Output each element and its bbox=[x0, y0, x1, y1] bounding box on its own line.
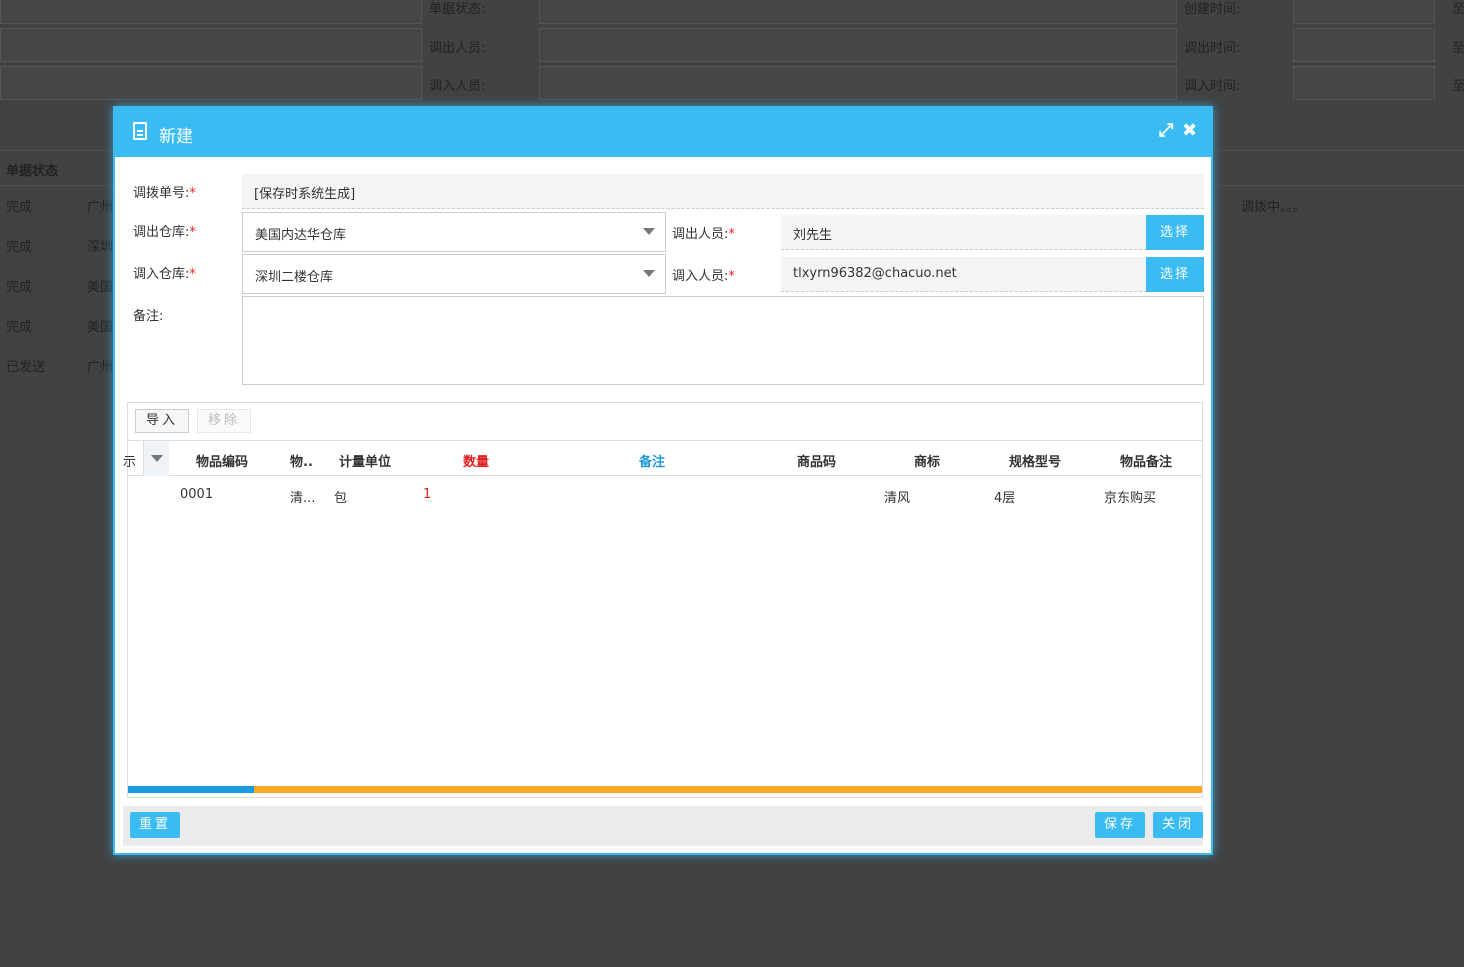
bg-filter-input bbox=[0, 28, 422, 62]
select-in-person-button[interactable]: 选择 bbox=[1146, 257, 1204, 292]
bg-filter-label: 调出人员: bbox=[429, 41, 486, 56]
horizontal-scrollbar[interactable] bbox=[128, 786, 1202, 793]
close-button[interactable]: 关闭 bbox=[1153, 812, 1203, 838]
cell-brand[interactable]: 清风 bbox=[884, 487, 910, 506]
in-person-label: 调入人员:* bbox=[672, 269, 735, 284]
dialog-header: 新建 ⤢ ✖ bbox=[115, 108, 1211, 157]
bg-date-label: 创建时间: bbox=[1184, 2, 1241, 17]
save-button[interactable]: 保存 bbox=[1095, 812, 1146, 838]
remark-textarea[interactable] bbox=[242, 296, 1204, 385]
bg-filter-input bbox=[0, 66, 422, 100]
close-icon[interactable]: ✖ bbox=[1182, 121, 1197, 141]
in-warehouse-value: 深圳二楼仓库 bbox=[255, 270, 334, 285]
reset-button[interactable]: 重置 bbox=[130, 812, 181, 838]
bg-filter-input bbox=[539, 28, 1177, 62]
out-warehouse-label: 调出仓库:* bbox=[133, 225, 196, 240]
bg-filter-label: 调入人员: bbox=[429, 79, 486, 94]
remark-label: 备注: bbox=[133, 309, 164, 324]
column-header-fragment: 示 bbox=[123, 455, 137, 470]
bg-row-warehouse: 美国 bbox=[87, 280, 114, 295]
dialog-footer: 重置 保存 关闭 bbox=[123, 806, 1203, 846]
cell-item-remark[interactable]: 京东购买 bbox=[1104, 487, 1156, 506]
dialog-title: 新建 bbox=[159, 127, 193, 147]
column-header-quantity[interactable]: 数量 bbox=[463, 451, 489, 470]
column-header-brand[interactable]: 商标 bbox=[914, 451, 940, 470]
bg-row-warehouse: 广州 bbox=[87, 200, 114, 215]
column-header-unit[interactable]: 计量单位 bbox=[339, 451, 391, 470]
remove-button[interactable]: 移除 bbox=[197, 409, 252, 433]
bg-list-header: 单据状态 bbox=[6, 164, 59, 179]
in-person-field: tlxyrn96382@chacuo.net bbox=[781, 257, 1147, 292]
out-warehouse-value: 美国内达华仓库 bbox=[255, 228, 347, 243]
scrollbar-thumb[interactable] bbox=[128, 786, 254, 793]
table-row[interactable]: 0001 清... 包 1 清风 4层 京东购买 bbox=[128, 477, 1202, 513]
select-out-person-button[interactable]: 选择 bbox=[1146, 215, 1204, 250]
new-transfer-dialog: 新建 ⤢ ✖ 调拨单号:* [保存时系统生成] 调出仓库:* 美国内达华仓库 调… bbox=[113, 106, 1213, 855]
out-person-label: 调出人员:* bbox=[672, 227, 735, 242]
column-header-item-name[interactable]: 物.. bbox=[290, 451, 313, 470]
bg-row-status: 完成 bbox=[6, 200, 33, 215]
bg-row-warehouse: 深圳 bbox=[87, 240, 114, 255]
bg-date-input bbox=[1293, 0, 1435, 24]
chevron-down-icon[interactable] bbox=[643, 228, 655, 235]
bg-filter-label: 单据状态: bbox=[429, 2, 486, 17]
bg-date-label: 调入时间: bbox=[1184, 79, 1241, 94]
bg-to-label: 至 bbox=[1452, 41, 1464, 56]
maximize-icon[interactable]: ⤢ bbox=[1159, 121, 1173, 141]
cell-spec[interactable]: 4层 bbox=[994, 487, 1015, 506]
import-button[interactable]: 导入 bbox=[135, 409, 190, 433]
items-grid: 导入 移除 示 物品编码 物.. 计量单位 数量 备注 商品码 商标 规格型号 … bbox=[123, 402, 1203, 798]
bg-row-warehouse: 美国 bbox=[87, 320, 114, 335]
bg-filter-input bbox=[539, 66, 1177, 100]
cell-unit[interactable]: 包 bbox=[334, 487, 347, 506]
column-menu-dropdown[interactable] bbox=[143, 441, 169, 476]
in-warehouse-label: 调入仓库:* bbox=[133, 267, 196, 282]
bg-row-status: 完成 bbox=[6, 280, 33, 295]
chevron-down-icon[interactable] bbox=[643, 270, 655, 277]
column-header-item-remark[interactable]: 物品备注 bbox=[1120, 451, 1172, 470]
grid-header: 示 物品编码 物.. 计量单位 数量 备注 商品码 商标 规格型号 物品备注 bbox=[123, 441, 1202, 476]
cell-item-name[interactable]: 清... bbox=[290, 487, 315, 506]
grid-toolbar: 导入 移除 bbox=[128, 403, 1202, 441]
out-warehouse-select[interactable]: 美国内达华仓库 bbox=[242, 212, 666, 252]
cell-quantity[interactable]: 1 bbox=[423, 487, 431, 502]
bg-date-label: 调出时间: bbox=[1184, 41, 1241, 56]
bg-to-label: 至 bbox=[1452, 2, 1464, 17]
bg-date-input bbox=[1293, 66, 1435, 100]
column-header-remark[interactable]: 备注 bbox=[639, 451, 665, 470]
column-header-spec[interactable]: 规格型号 bbox=[1009, 451, 1061, 470]
column-header-item-code[interactable]: 物品编码 bbox=[196, 451, 248, 470]
bg-row-status: 完成 bbox=[6, 320, 33, 335]
bg-row-note: 调拨中。。。 bbox=[1241, 200, 1307, 215]
order-no-field: [保存时系统生成] bbox=[242, 174, 1204, 209]
order-no-label: 调拨单号:* bbox=[133, 186, 196, 201]
bg-to-label: 至 bbox=[1452, 79, 1464, 94]
bg-row-status: 完成 bbox=[6, 240, 33, 255]
bg-status-select bbox=[539, 0, 1177, 24]
bg-row-warehouse: 广州 bbox=[87, 360, 114, 375]
in-warehouse-select[interactable]: 深圳二楼仓库 bbox=[242, 254, 666, 294]
bg-row-status: 已发送 bbox=[6, 360, 46, 375]
document-icon bbox=[133, 122, 147, 140]
cell-item-code[interactable]: 0001 bbox=[180, 487, 213, 502]
out-person-field: 刘先生 bbox=[781, 215, 1147, 250]
column-header-barcode[interactable]: 商品码 bbox=[797, 451, 836, 470]
bg-filter-input bbox=[0, 0, 422, 24]
bg-date-input bbox=[1293, 28, 1435, 62]
